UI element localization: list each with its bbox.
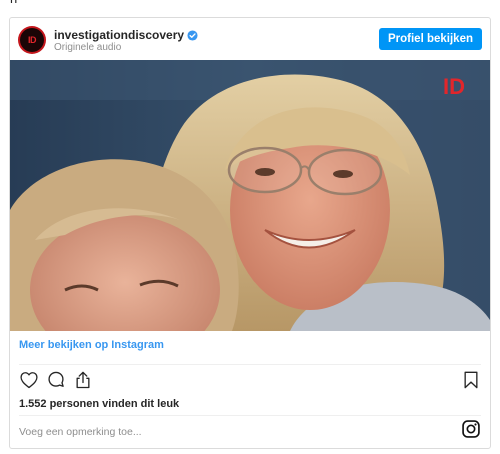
- avatar-logo: ID: [28, 35, 37, 45]
- post-header: ID investigationdiscovery Originele audi…: [10, 18, 490, 60]
- cropped-top-text: n: [0, 0, 500, 8]
- cropped-text: n: [10, 0, 17, 6]
- bookmark-icon[interactable]: [461, 370, 481, 390]
- instagram-icon[interactable]: [461, 419, 481, 439]
- instagram-embed-card: ID investigationdiscovery Originele audi…: [9, 17, 491, 449]
- username: investigationdiscovery: [54, 28, 185, 42]
- audio-subtitle[interactable]: Originele audio: [54, 42, 121, 53]
- avatar[interactable]: ID: [18, 26, 46, 54]
- divider: [19, 364, 481, 365]
- verified-badge-icon: [187, 30, 198, 41]
- likes-count[interactable]: 1.552 personen vinden dit leuk: [19, 398, 179, 410]
- overlay-logo: ID: [443, 74, 465, 99]
- avatar-image: ID: [20, 28, 44, 52]
- comment-input[interactable]: Voeg een opmerking toe...: [19, 426, 142, 438]
- view-profile-button[interactable]: Profiel bekijken: [378, 28, 482, 50]
- share-icon[interactable]: [73, 370, 93, 390]
- username-link[interactable]: investigationdiscovery: [54, 28, 198, 42]
- view-more-link[interactable]: Meer bekijken op Instagram: [19, 339, 164, 351]
- action-bar: [19, 370, 481, 394]
- divider: [19, 415, 481, 416]
- post-image[interactable]: ID: [10, 60, 490, 331]
- heart-icon[interactable]: [19, 370, 39, 390]
- photo-illustration: ID: [10, 60, 490, 331]
- comment-icon[interactable]: [46, 370, 66, 390]
